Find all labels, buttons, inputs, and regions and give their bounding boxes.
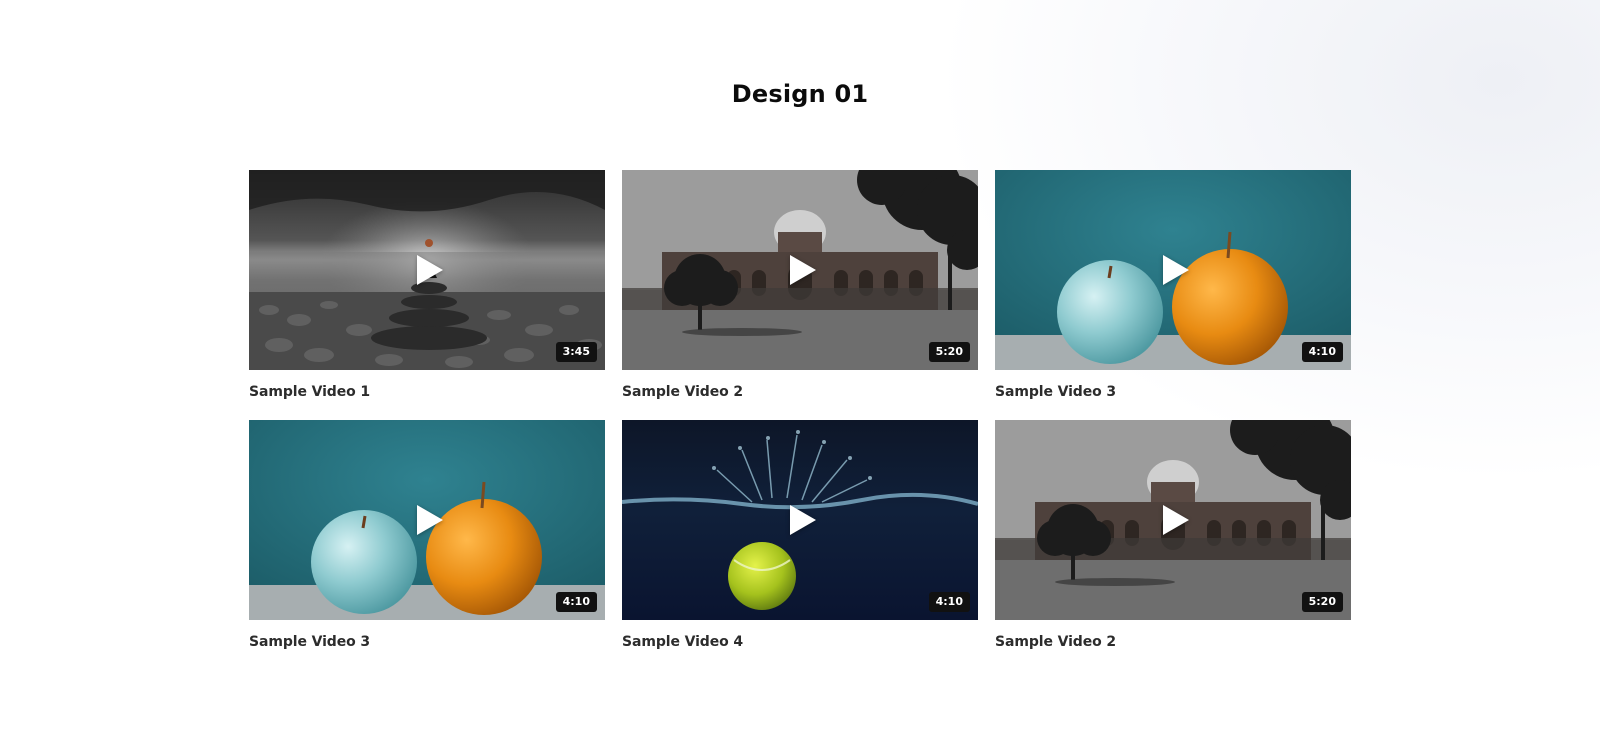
play-icon[interactable] (415, 253, 445, 287)
play-icon[interactable] (788, 253, 818, 287)
video-thumbnail[interactable]: 3:45 (249, 170, 605, 370)
video-card[interactable]: 4:10 Sample Video 3 (995, 170, 1351, 400)
video-title[interactable]: Sample Video 4 (622, 634, 978, 650)
video-card[interactable]: 4:10 Sample Video 3 (249, 420, 605, 650)
video-title[interactable]: Sample Video 3 (249, 634, 605, 650)
video-card[interactable]: 5:20 Sample Video 2 (995, 420, 1351, 650)
duration-badge: 4:10 (1301, 342, 1343, 362)
video-thumbnail[interactable]: 4:10 (249, 420, 605, 620)
video-title[interactable]: Sample Video 2 (622, 384, 978, 400)
video-thumbnail[interactable]: 4:10 (995, 170, 1351, 370)
duration-badge: 3:45 (555, 342, 597, 362)
video-thumbnail[interactable]: 5:20 (995, 420, 1351, 620)
video-title[interactable]: Sample Video 2 (995, 634, 1351, 650)
duration-badge: 5:20 (928, 342, 970, 362)
video-thumbnail[interactable]: 4:10 (622, 420, 978, 620)
duration-badge: 4:10 (555, 592, 597, 612)
duration-badge: 5:20 (1301, 592, 1343, 612)
video-grid: 3:45 Sample Video 1 5:20 Sample Video 2 … (249, 170, 1351, 650)
video-card[interactable]: 4:10 Sample Video 4 (622, 420, 978, 650)
duration-badge: 4:10 (928, 592, 970, 612)
video-title[interactable]: Sample Video 1 (249, 384, 605, 400)
video-card[interactable]: 5:20 Sample Video 2 (622, 170, 978, 400)
play-icon[interactable] (1161, 253, 1191, 287)
play-icon[interactable] (1161, 503, 1191, 537)
video-title[interactable]: Sample Video 3 (995, 384, 1351, 400)
video-card[interactable]: 3:45 Sample Video 1 (249, 170, 605, 400)
play-icon[interactable] (415, 503, 445, 537)
page-title: Design 01 (731, 80, 869, 108)
play-icon[interactable] (788, 503, 818, 537)
video-thumbnail[interactable]: 5:20 (622, 170, 978, 370)
